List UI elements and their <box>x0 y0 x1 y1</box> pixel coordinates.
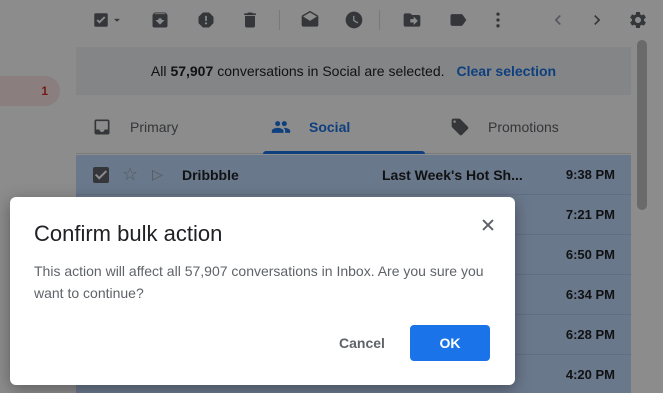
ok-button[interactable]: OK <box>410 325 490 361</box>
close-icon[interactable] <box>476 213 500 237</box>
confirm-dialog: Confirm bulk action This action will aff… <box>10 197 515 385</box>
dialog-message: This action will affect all 57,907 conve… <box>34 263 484 301</box>
cancel-button[interactable]: Cancel <box>326 325 398 361</box>
dialog-title: Confirm bulk action <box>34 221 223 246</box>
